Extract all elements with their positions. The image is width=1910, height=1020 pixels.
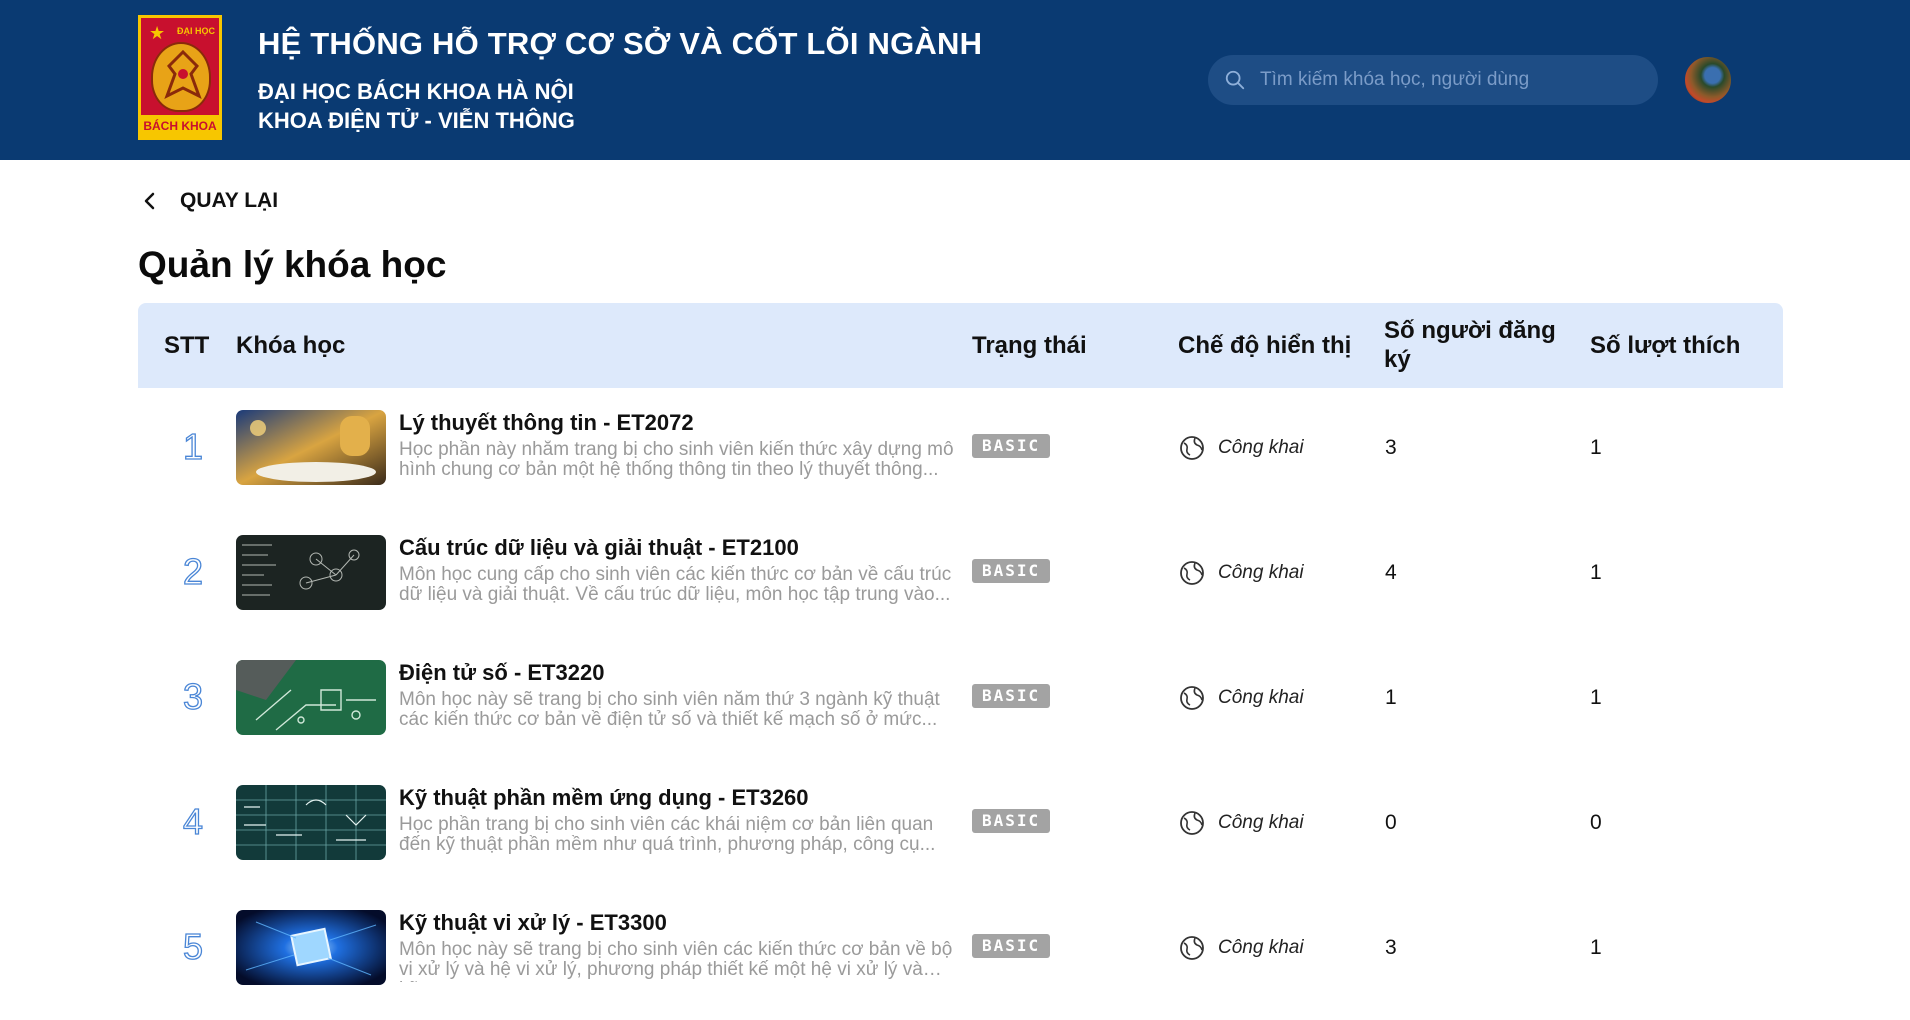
column-header-registrations: Số người đăng ký (1384, 317, 1556, 373)
registrations-count: 0 (1385, 811, 1397, 834)
logo-top-text: ĐẠI HỌC (177, 26, 215, 36)
status-badge: BASIC (972, 559, 1051, 583)
row-index: 4 (182, 800, 204, 842)
visibility-cell: Công khai (1178, 684, 1304, 712)
table-row[interactable]: 2 Cấu trúc dữ liệu và giải thuật - ET210… (138, 513, 1783, 638)
search-box[interactable] (1208, 55, 1658, 105)
visibility-cell: Công khai (1178, 809, 1304, 837)
table-row[interactable]: 1 Lý thuyết thông tin - ET2072 Học phần … (138, 388, 1783, 513)
row-index: 2 (182, 550, 204, 592)
row-index: 5 (182, 925, 204, 967)
likes-count: 1 (1590, 561, 1602, 584)
visibility-label: Công khai (1218, 437, 1304, 458)
likes-count: 1 (1590, 436, 1602, 459)
course-title[interactable]: Điện tử số - ET3220 (399, 660, 604, 686)
visibility-label: Công khai (1218, 937, 1304, 958)
registrations-count: 1 (1385, 686, 1397, 709)
column-header-likes: Số lượt thích (1590, 332, 1741, 359)
course-thumbnail[interactable] (236, 410, 386, 485)
likes-count: 1 (1590, 936, 1602, 959)
course-title[interactable]: Lý thuyết thông tin - ET2072 (399, 410, 694, 436)
visibility-label: Công khai (1218, 687, 1304, 708)
course-thumbnail[interactable] (236, 785, 386, 860)
faculty-name: KHOA ĐIỆN TỬ - VIỄN THÔNG (258, 108, 575, 133)
back-button[interactable]: QUAY LẠI (138, 183, 278, 219)
chevron-left-icon (144, 192, 155, 210)
registrations-count: 3 (1385, 936, 1397, 959)
globe-icon (1180, 811, 1204, 835)
course-description: Học phần trang bị cho sinh viên các khái… (399, 815, 936, 855)
search-input[interactable] (1260, 65, 1640, 95)
visibility-cell: Công khai (1178, 559, 1304, 587)
globe-icon (1180, 686, 1204, 710)
course-thumbnail[interactable] (236, 910, 386, 985)
logo-emblem (151, 42, 211, 112)
course-description: Môn học này sẽ trang bị cho sinh viên nă… (399, 690, 940, 730)
back-label: QUAY LẠI (180, 189, 279, 212)
column-header-stt: STT (164, 332, 210, 359)
search-icon (1225, 70, 1245, 90)
column-header-course: Khóa học (236, 332, 346, 359)
system-title: HỆ THỐNG HỖ TRỢ CƠ SỞ VÀ CỐT LÕI NGÀNH (258, 26, 983, 61)
row-index: 1 (182, 425, 204, 467)
app-header: ★ ĐẠI HỌC BÁCH KHOA HỆ THỐNG HỖ TRỢ CƠ S… (0, 0, 1910, 160)
course-description: Học phần này nhằm trang bị cho sinh viên… (399, 440, 954, 480)
course-description: Môn học này sẽ trang bị cho sinh viên cá… (399, 940, 953, 982)
status-badge: BASIC (972, 809, 1051, 833)
registrations-count: 3 (1385, 436, 1397, 459)
globe-icon (1180, 936, 1204, 960)
column-header-status: Trạng thái (972, 332, 1087, 359)
logo-bottom-text: BÁCH KHOA (141, 115, 219, 137)
course-thumbnail[interactable] (236, 660, 386, 735)
course-description: Môn học cung cấp cho sinh viên các kiến … (399, 565, 952, 605)
star-icon: ★ (149, 23, 166, 43)
registrations-count: 4 (1385, 561, 1397, 584)
status-badge: BASIC (972, 934, 1051, 958)
status-badge: BASIC (972, 684, 1051, 708)
visibility-label: Công khai (1218, 812, 1304, 833)
table-row[interactable]: 3 Điện tử số - ET3220 Môn học này sẽ tra… (138, 638, 1783, 763)
status-badge: BASIC (972, 434, 1051, 458)
university-name: ĐẠI HỌC BÁCH KHOA HÀ NỘI (258, 79, 574, 104)
university-logo[interactable]: ★ ĐẠI HỌC BÁCH KHOA (138, 15, 222, 140)
row-index: 3 (182, 675, 204, 717)
user-avatar[interactable] (1683, 55, 1733, 105)
globe-icon (1180, 436, 1204, 460)
course-title[interactable]: Cấu trúc dữ liệu và giải thuật - ET2100 (399, 535, 799, 561)
table-row[interactable]: 4 Kỹ thuật phần mềm ứng dụng - ET3260 Họ… (138, 763, 1783, 888)
page-title: Quản lý khóa học (138, 244, 447, 285)
globe-icon (1180, 561, 1204, 585)
course-thumbnail[interactable] (236, 535, 386, 610)
course-title[interactable]: Kỹ thuật phần mềm ứng dụng - ET3260 (399, 785, 809, 811)
visibility-cell: Công khai (1178, 434, 1304, 462)
table-header: STT Khóa học Trạng thái Chế độ hiển thị … (138, 303, 1783, 388)
visibility-cell: Công khai (1178, 934, 1304, 962)
likes-count: 0 (1590, 811, 1602, 834)
likes-count: 1 (1590, 686, 1602, 709)
table-row[interactable]: 5 Kỹ thuật vi xử lý - ET3300 Môn học này… (138, 888, 1783, 1013)
column-header-visibility: Chế độ hiển thị (1178, 332, 1352, 359)
course-title[interactable]: Kỹ thuật vi xử lý - ET3300 (399, 910, 667, 936)
visibility-label: Công khai (1218, 562, 1304, 583)
